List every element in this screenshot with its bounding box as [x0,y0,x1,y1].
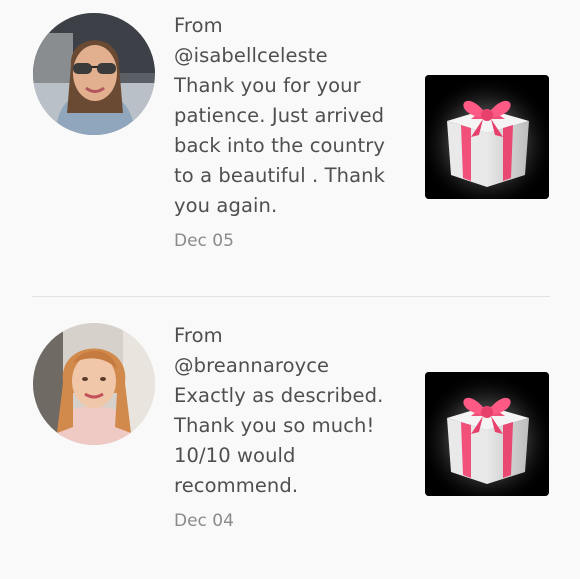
review-date: Dec 05 [174,231,234,251]
gift-box-icon [425,75,549,199]
sender-handle[interactable]: @breannaroyce [174,351,414,381]
review-date: Dec 04 [174,511,234,531]
review-message: Exactly as described. Thank you so much!… [174,384,384,497]
gift-box-icon [425,372,549,496]
review-item: From @breannaroyce Exactly as described.… [0,298,580,579]
sender-handle[interactable]: @isabellceleste [174,41,414,71]
from-label: From [174,324,223,347]
from-label: From [174,14,223,37]
review-message: Thank you for your patience. Just arrive… [174,74,385,217]
avatar[interactable] [33,323,155,445]
review-text: From @breannaroyce Exactly as described.… [174,321,414,533]
review-item: From @isabellceleste Thank you for your … [0,0,580,296]
user-photo-sunglasses [33,13,155,135]
avatar[interactable] [33,13,155,135]
gift-review-feed: From @isabellceleste Thank you for your … [0,0,580,579]
review-text: From @isabellceleste Thank you for your … [174,11,414,253]
user-photo-blonde [33,323,155,445]
divider [32,296,550,297]
